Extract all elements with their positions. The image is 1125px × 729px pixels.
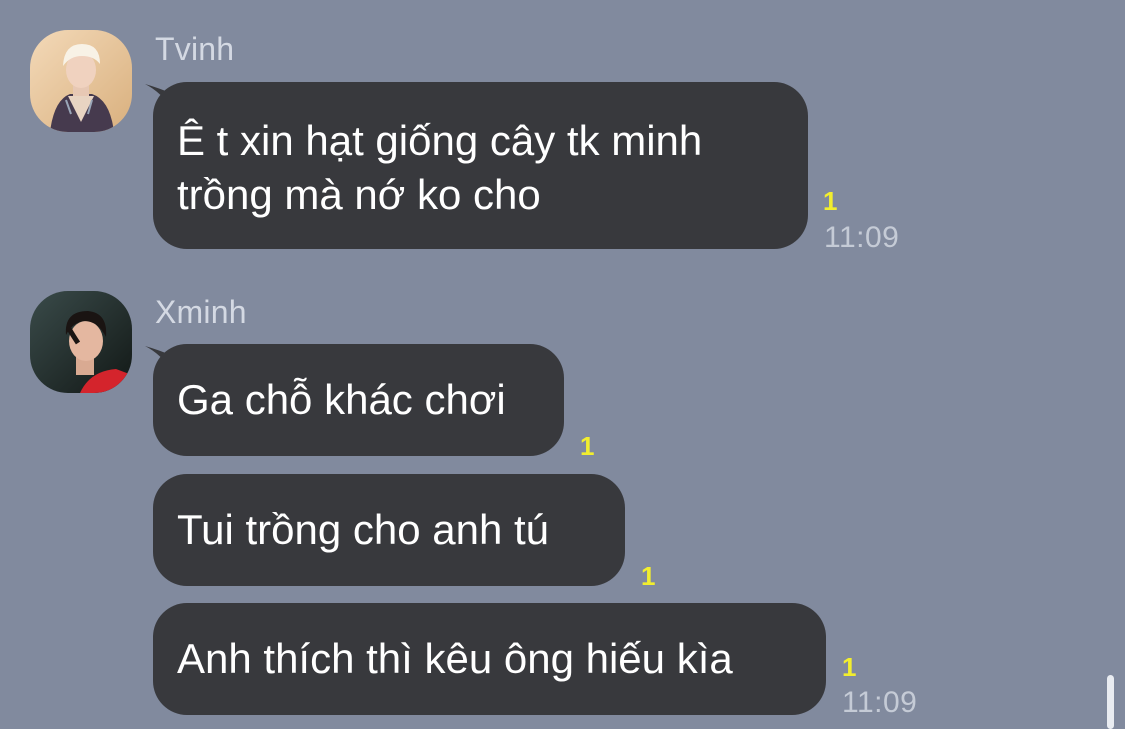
message-text: Ga chỗ khác chơi: [177, 376, 506, 423]
message-text-line: Ê t xin hạt giống cây tk minh: [177, 117, 703, 164]
unread-count: 1: [823, 186, 838, 216]
profile-photo-icon: [30, 291, 132, 393]
unread-count: 1: [842, 652, 857, 682]
chat-view[interactable]: Tvinh Ê t xin hạt giống cây tk minh trồn…: [0, 0, 1125, 729]
sender-name: Tvinh: [155, 31, 235, 67]
avatar-tvinh[interactable]: [30, 30, 132, 132]
avatar-xminh[interactable]: [30, 291, 132, 393]
message-time: 11:09: [824, 221, 900, 254]
message-text: Anh thích thì kêu ông hiếu kìa: [177, 635, 733, 682]
scrollbar[interactable]: [1107, 675, 1114, 729]
message-bubble[interactable]: Anh thích thì kêu ông hiếu kìa: [153, 603, 826, 715]
unread-count: 1: [580, 431, 595, 461]
message-text: Tui trồng cho anh tú: [177, 506, 550, 553]
message-bubble[interactable]: Tui trồng cho anh tú: [153, 474, 625, 586]
sender-name: Xminh: [155, 294, 247, 330]
message-bubble[interactable]: Ga chỗ khác chơi: [153, 344, 564, 456]
message-text-line: trồng mà nớ ko cho: [177, 171, 541, 218]
profile-photo-icon: [30, 30, 132, 132]
message-bubble[interactable]: Ê t xin hạt giống cây tk minh trồng mà n…: [153, 82, 808, 249]
message-time: 11:09: [842, 686, 918, 719]
unread-count: 1: [641, 561, 656, 591]
